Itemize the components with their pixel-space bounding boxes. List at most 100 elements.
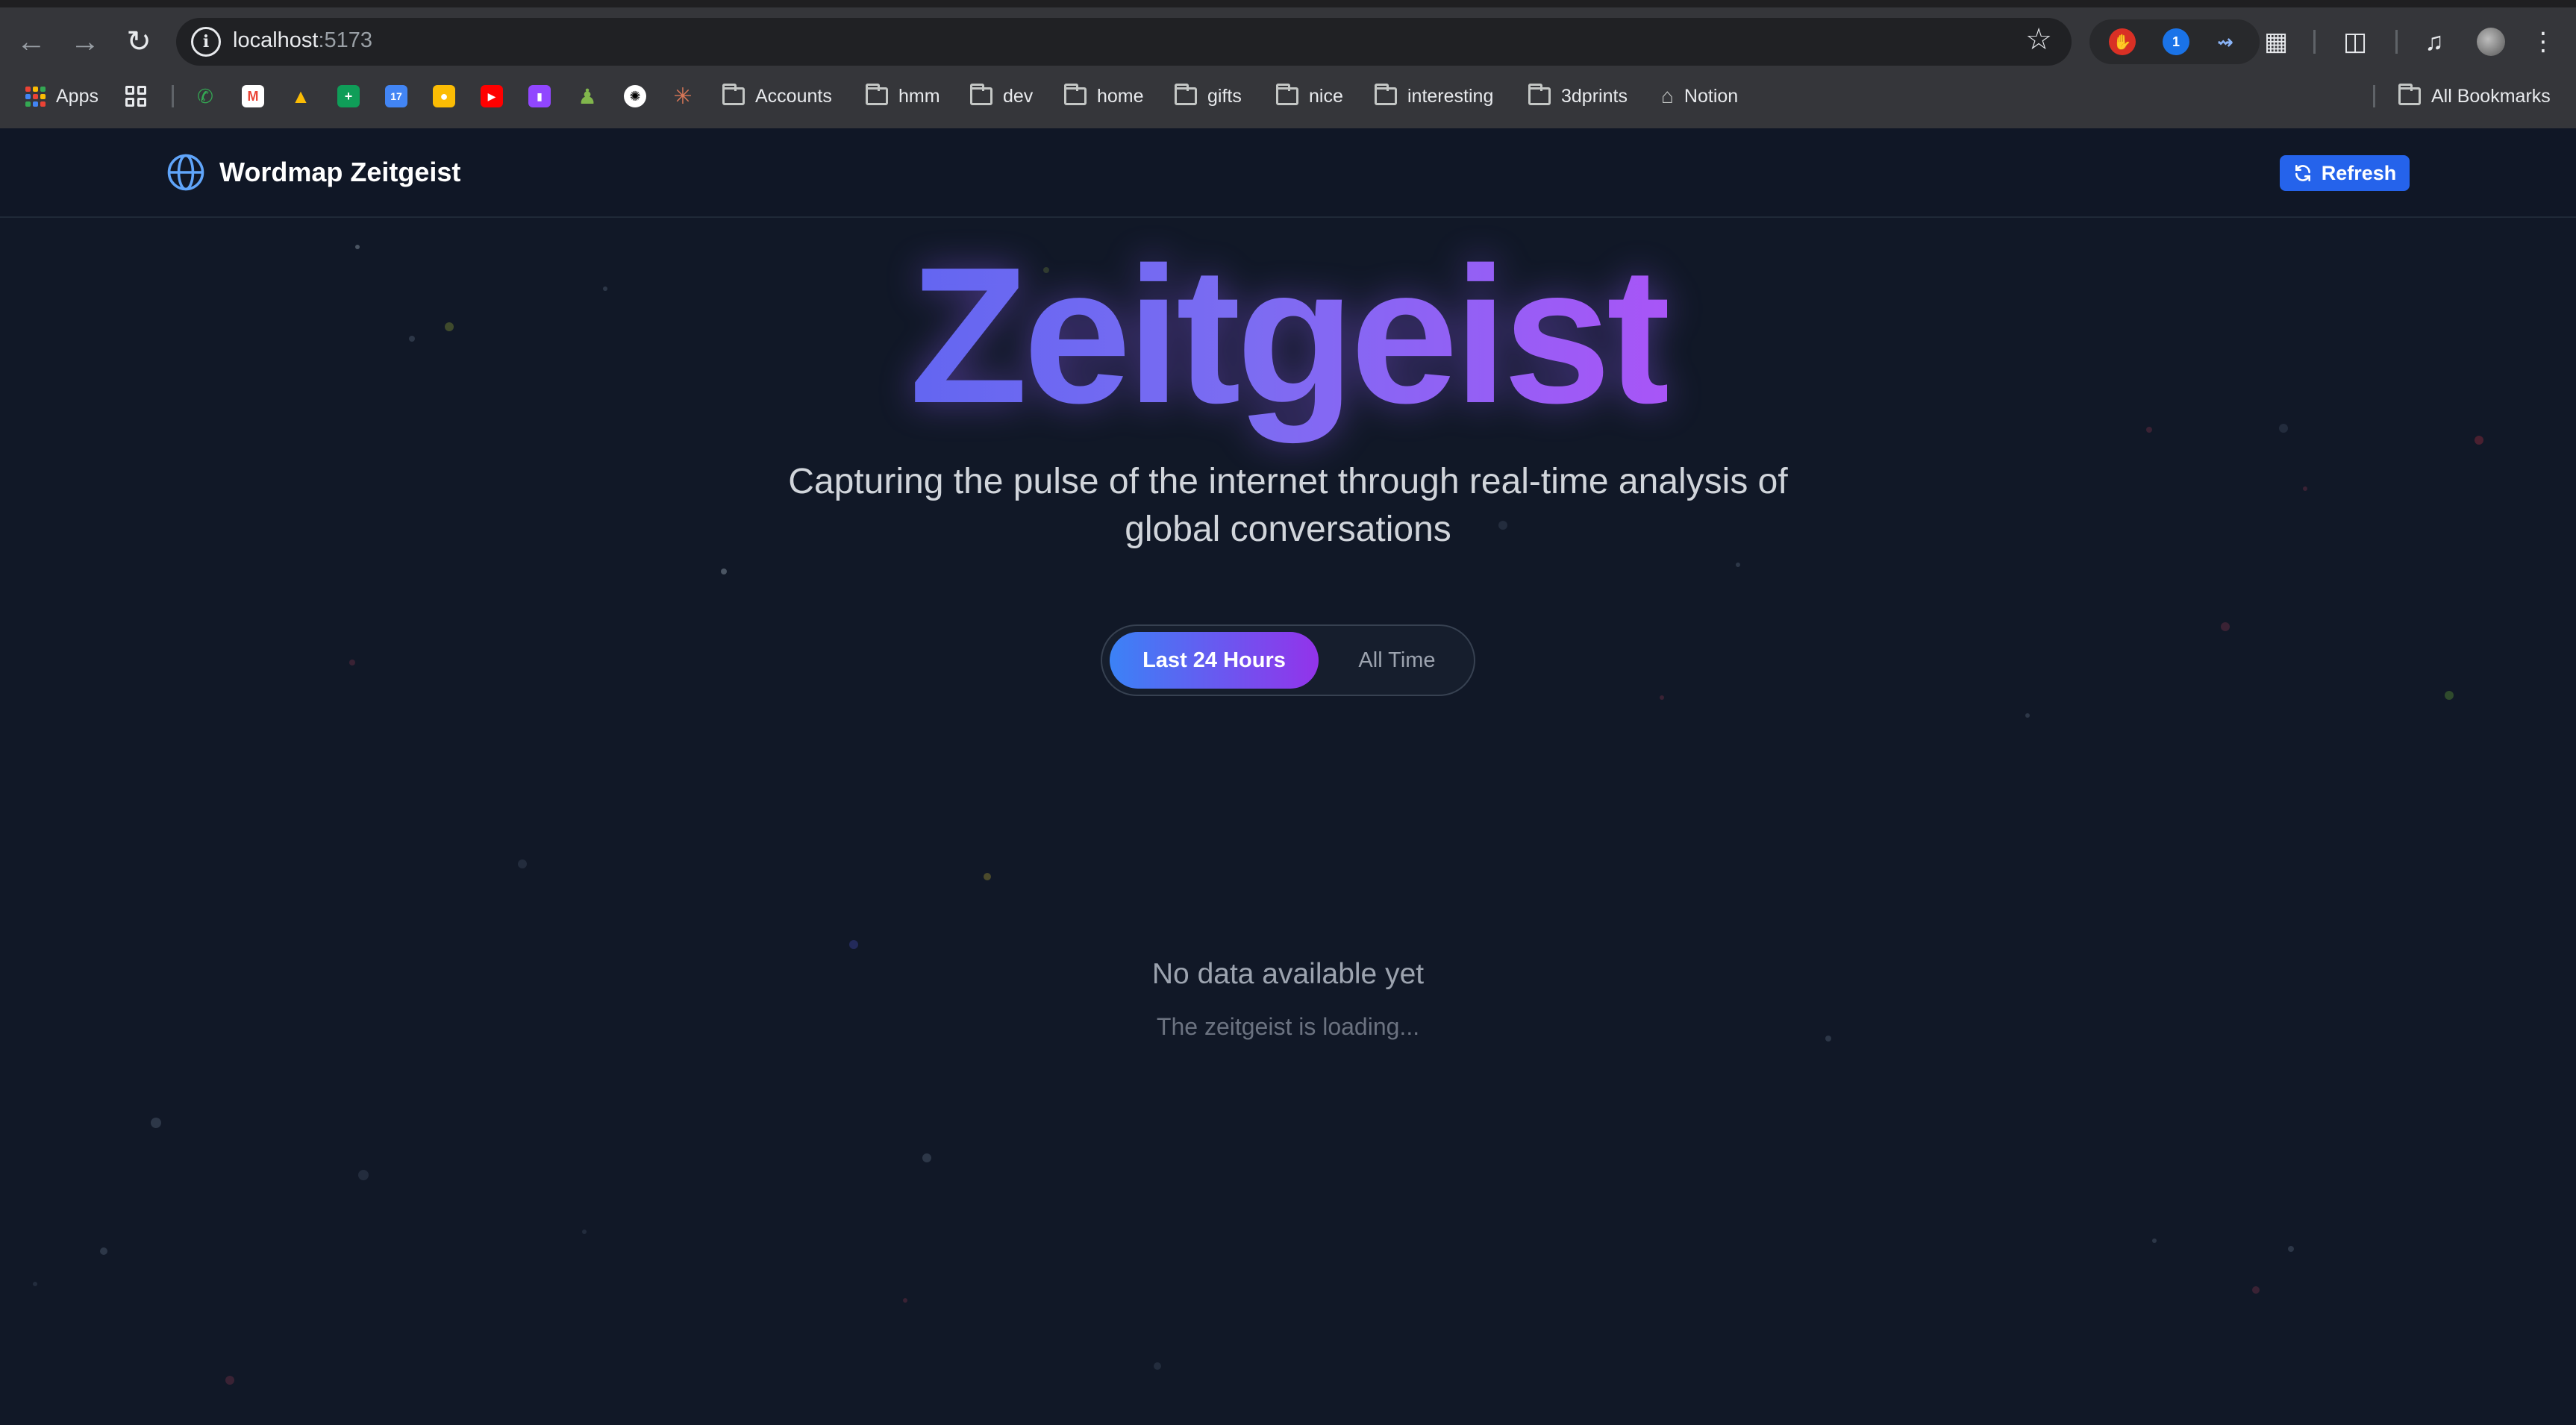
bookmark-grid[interactable] — [125, 81, 146, 112]
tab-all-time[interactable]: All Time — [1326, 632, 1468, 689]
bookmark-notion[interactable]: ⌂ Notion — [1661, 81, 1738, 112]
tab-search-icon[interactable]: ◫ — [2337, 24, 2373, 60]
extensions-puzzle-icon[interactable]: ▦ — [2258, 24, 2294, 60]
bookmark-folder-label: Accounts — [755, 85, 832, 107]
folder-icon — [1175, 84, 1197, 105]
folder-icon — [1064, 84, 1087, 105]
bookmark-folder-interesting[interactable]: interesting — [1375, 81, 1493, 112]
bookmark-folder-accounts[interactable]: Accounts — [722, 81, 832, 112]
particle — [2252, 1286, 2260, 1294]
globe-icon — [167, 154, 204, 191]
url-text[interactable]: localhost:5173 — [233, 28, 372, 53]
particle — [2221, 622, 2230, 631]
refresh-button[interactable]: Refresh — [2280, 155, 2410, 191]
bookmark-folder-label: gifts — [1207, 85, 1242, 107]
bookmark-apps-label: Apps — [56, 85, 99, 107]
site-info-icon[interactable]: i — [191, 27, 221, 57]
tab-last-24-hours[interactable]: Last 24 Hours — [1110, 632, 1319, 689]
hero-title-text: Zeitgeist — [909, 228, 1671, 444]
particle — [582, 1230, 587, 1234]
youtube-icon: ▶ — [481, 85, 503, 107]
profile-avatar-icon[interactable] — [2473, 24, 2509, 60]
bookmark-openai[interactable]: ✺ — [624, 81, 646, 112]
bookmark-calendar[interactable]: 17 — [385, 81, 407, 112]
particle — [349, 660, 355, 665]
particle — [922, 1153, 931, 1162]
folder-icon — [970, 84, 992, 105]
particle — [903, 1298, 907, 1303]
bookmark-folder-label: dev — [1003, 85, 1034, 107]
particle — [2025, 713, 2030, 718]
bookmark-all-bookmarks[interactable]: All Bookmarks — [2398, 81, 2551, 112]
bookmark-folder-3dprints[interactable]: 3dprints — [1528, 81, 1628, 112]
toolbar-separator — [2313, 30, 2316, 54]
bookmark-folder-label: hmm — [898, 85, 940, 107]
address-bar[interactable]: i localhost:5173 ☆ — [176, 18, 2072, 66]
bookmark-keep[interactable]: ● — [433, 81, 455, 112]
bookmark-folder-home[interactable]: home — [1064, 81, 1144, 112]
folder-icon — [1375, 84, 1397, 105]
browser-toolbar: ← → ↻ i localhost:5173 ☆ ✋ 1 ⇝ ▦ ◫ ♫ ⋮ — [0, 7, 2576, 76]
folder-icon — [2398, 84, 2421, 105]
back-icon[interactable]: ← — [10, 21, 52, 63]
translate-extension-icon[interactable]: ⇝ — [2212, 28, 2239, 55]
bookmark-folder-gifts[interactable]: gifts — [1175, 81, 1242, 112]
particle — [2152, 1238, 2157, 1243]
forward-icon[interactable]: → — [64, 21, 106, 63]
particle — [849, 940, 858, 949]
hero-title: Zeitgeist — [0, 239, 2576, 433]
reload-icon[interactable]: ↻ — [118, 21, 160, 63]
bookmark-drive[interactable]: ▲ — [290, 81, 312, 112]
browser-menu-icon[interactable]: ⋮ — [2525, 24, 2561, 60]
bookmark-gmail[interactable]: M — [242, 81, 264, 112]
twitch-icon: ▮ — [528, 85, 551, 107]
particle — [2445, 691, 2454, 700]
brand[interactable]: Wordmap Zeitgeist — [166, 152, 460, 192]
bookmark-chess[interactable]: ♟ — [576, 81, 598, 112]
folder-icon — [866, 84, 888, 105]
tab-strip — [0, 0, 2576, 7]
refresh-label: Refresh — [2321, 161, 2397, 184]
particle — [358, 1170, 369, 1180]
folder-icon — [1528, 84, 1551, 105]
bookmark-apps[interactable]: Apps — [25, 81, 99, 112]
browser-chrome: ← → ↻ i localhost:5173 ☆ ✋ 1 ⇝ ▦ ◫ ♫ ⋮ A… — [0, 0, 2576, 128]
bookmark-separator — [172, 85, 174, 107]
apps-grid-icon — [25, 86, 46, 107]
bookmark-folder-label: 3dprints — [1561, 85, 1628, 107]
page-viewport: Wordmap Zeitgeist Refresh Zeitgeist Capt… — [0, 128, 2576, 1425]
bookmark-star-icon[interactable]: ☆ — [2025, 22, 2052, 57]
particle — [100, 1247, 107, 1255]
sheets-icon: + — [337, 85, 360, 107]
bookmark-twitch[interactable]: ▮ — [528, 81, 551, 112]
home-icon: ⌂ — [1661, 84, 1674, 107]
particle — [2303, 486, 2307, 491]
password-manager-extension-icon[interactable]: 1 — [2163, 28, 2189, 55]
bookmark-phone[interactable]: ✆ — [194, 81, 216, 112]
grid-icon — [125, 86, 146, 107]
bookmark-sheets[interactable]: + — [337, 81, 360, 112]
particle — [33, 1282, 37, 1286]
refresh-icon — [2295, 164, 2310, 182]
bookmark-folder-label: home — [1097, 85, 1144, 107]
particle — [1154, 1362, 1161, 1370]
app-header: Wordmap Zeitgeist Refresh — [0, 128, 2576, 218]
particle — [1660, 695, 1664, 700]
bookmark-folder-hmm[interactable]: hmm — [866, 81, 940, 112]
particle — [518, 859, 527, 868]
folder-icon — [1276, 84, 1298, 105]
bookmark-folder-dev[interactable]: dev — [970, 81, 1033, 112]
bookmark-separator — [2373, 85, 2375, 107]
bookmark-youtube[interactable]: ▶ — [481, 81, 503, 112]
bookmark-folder-nice[interactable]: nice — [1276, 81, 1343, 112]
empty-state-message: The zeitgeist is loading... — [1156, 1013, 1420, 1040]
extensions-group: ✋ 1 ⇝ — [2089, 19, 2260, 64]
empty-state-title: No data available yet — [1151, 958, 1425, 990]
drive-icon: ▲ — [291, 84, 310, 107]
adblock-extension-icon[interactable]: ✋ — [2109, 28, 2136, 55]
all-bookmarks-label: All Bookmarks — [2431, 85, 2551, 107]
folder-icon — [722, 84, 745, 105]
calendar-icon: 17 — [385, 85, 407, 107]
media-controls-icon[interactable]: ♫ — [2416, 24, 2452, 60]
bookmark-claude[interactable]: ✳ — [672, 81, 694, 112]
